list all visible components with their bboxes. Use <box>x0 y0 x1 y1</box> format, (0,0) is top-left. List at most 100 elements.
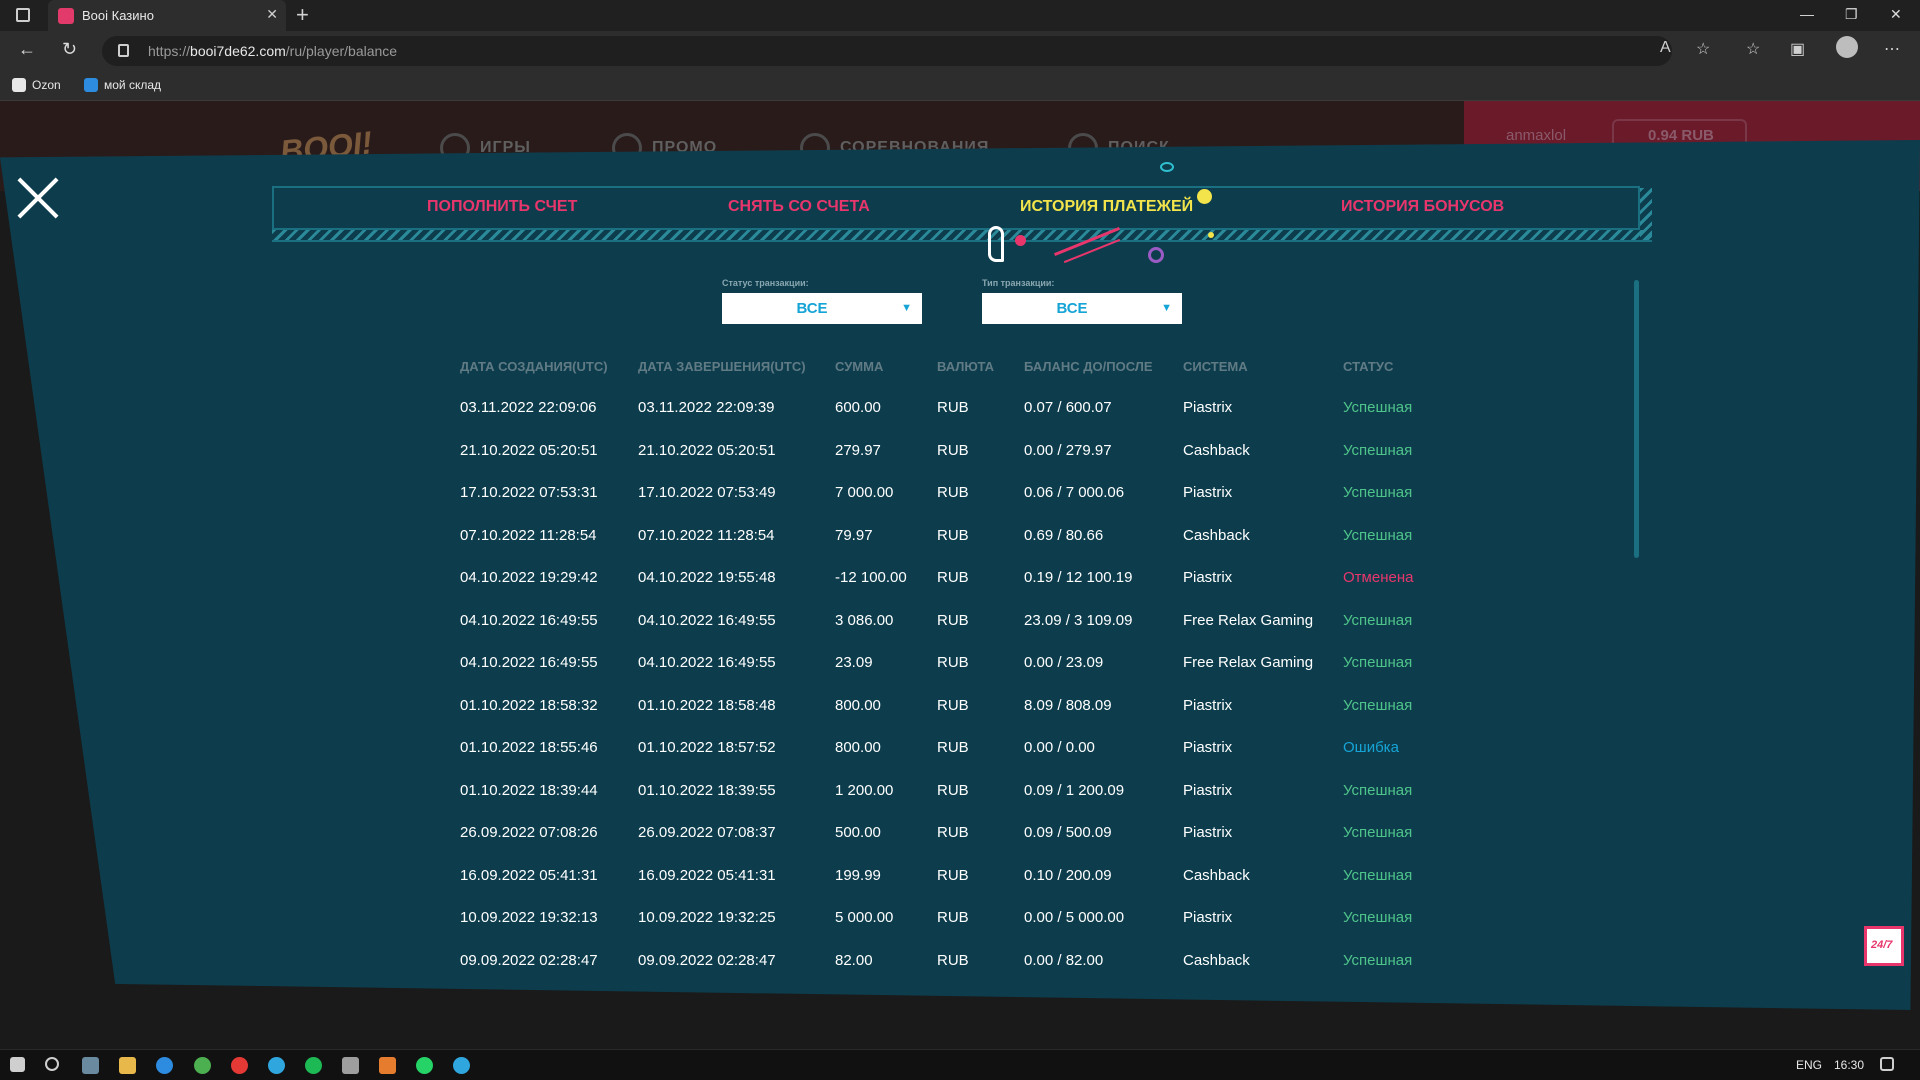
collections-icon[interactable]: ▣ <box>1790 39 1805 59</box>
cell-completed: 01.10.2022 18:57:52 <box>638 739 776 756</box>
decor-dot-pink <box>1015 235 1026 246</box>
tab-close-icon[interactable]: ✕ <box>266 6 278 23</box>
col-currency: ВАЛЮТА <box>937 359 995 374</box>
col-created: ДАТА СОЗДАНИЯ(UTC) <box>460 359 608 374</box>
cell-status: Успешная <box>1343 484 1413 501</box>
cell-amount: 199.99 <box>835 867 881 884</box>
modal-scrollbar[interactable] <box>1634 280 1639 558</box>
cell-completed: 01.10.2022 18:58:48 <box>638 697 776 714</box>
support-chat-button[interactable]: 24/7 <box>1864 926 1904 966</box>
more-menu-icon[interactable]: ⋯ <box>1884 39 1900 59</box>
telegram-icon[interactable] <box>453 1057 470 1074</box>
screen: Booi Казино ✕ + — ❐ ✕ ← ↻ https://booi7d… <box>0 0 1920 1080</box>
col-balance: БАЛАНС ДО/ПОСЛЕ <box>1024 359 1153 374</box>
cell-currency: RUB <box>937 909 969 926</box>
type-filter-select[interactable]: ВСЕ ▼ <box>982 293 1182 324</box>
maximize-icon[interactable]: ❐ <box>1845 6 1858 23</box>
cell-currency: RUB <box>937 569 969 586</box>
browser-toolbar: ← ↻ https://booi7de62.com/ru/player/bala… <box>0 31 1920 71</box>
notifications-icon[interactable] <box>1880 1057 1894 1071</box>
favorites-icon[interactable]: ☆ <box>1746 39 1760 59</box>
cell-currency: RUB <box>937 442 969 459</box>
cell-status: Успешная <box>1343 697 1413 714</box>
type-filter-label: Тип транзакции: <box>982 278 1055 288</box>
cell-completed: 03.11.2022 22:09:39 <box>638 399 775 416</box>
window-menu-icon[interactable] <box>16 8 30 22</box>
cell-created: 26.09.2022 07:08:26 <box>460 824 598 841</box>
spotify-icon[interactable] <box>305 1057 322 1074</box>
cell-created: 01.10.2022 18:55:46 <box>460 739 598 756</box>
language-indicator[interactable]: ENG <box>1796 1058 1822 1072</box>
cell-balance: 8.09 / 808.09 <box>1024 697 1112 714</box>
tabs-hatch-decoration <box>272 230 1652 242</box>
browser-tabbar: Booi Казино ✕ + — ❐ ✕ <box>0 0 1920 31</box>
cell-currency: RUB <box>937 484 969 501</box>
tab-bonus-history[interactable]: ИСТОРИЯ БОНУСОВ <box>1341 198 1504 216</box>
cell-amount: -12 100.00 <box>835 569 907 586</box>
chevron-down-icon: ▼ <box>901 302 912 314</box>
clock[interactable]: 16:30 <box>1834 1058 1864 1072</box>
username[interactable]: anmaxlol <box>1506 127 1566 144</box>
chrome-icon[interactable] <box>194 1057 211 1074</box>
tab-payment-history[interactable]: ИСТОРИЯ ПЛАТЕЖЕЙ <box>1020 198 1193 216</box>
file-explorer-icon[interactable] <box>119 1057 136 1074</box>
cell-balance: 0.07 / 600.07 <box>1024 399 1112 416</box>
cell-amount: 500.00 <box>835 824 881 841</box>
type-filter-value: ВСЕ <box>1056 300 1088 317</box>
cell-created: 09.09.2022 02:28:47 <box>460 952 598 969</box>
cell-system: Cashback <box>1183 867 1250 884</box>
calculator-icon[interactable] <box>342 1057 359 1074</box>
whatsapp-icon[interactable] <box>416 1057 433 1074</box>
address-bar[interactable]: https://booi7de62.com/ru/player/balance <box>102 36 1672 66</box>
telegram-icon[interactable] <box>268 1057 285 1074</box>
task-view-icon[interactable] <box>82 1057 99 1074</box>
cell-system: Free Relax Gaming <box>1183 654 1314 671</box>
cell-currency: RUB <box>937 782 969 799</box>
tab-title: Booi Казино <box>82 8 154 23</box>
cell-balance: 0.00 / 5 000.00 <box>1024 909 1125 926</box>
tab-deposit[interactable]: ПОПОЛНИТЬ СЧЕТ <box>427 198 577 216</box>
cell-created: 17.10.2022 07:53:31 <box>460 484 598 501</box>
cell-created: 01.10.2022 18:58:32 <box>460 697 598 714</box>
cell-balance: 0.00 / 23.09 <box>1024 654 1104 671</box>
back-icon[interactable]: ← <box>18 39 36 60</box>
read-aloud-icon[interactable]: A <box>1660 39 1671 57</box>
cell-currency: RUB <box>937 952 969 969</box>
cell-status: Успешная <box>1343 909 1413 926</box>
status-filter-value: ВСЕ <box>796 300 828 317</box>
close-modal-icon[interactable] <box>15 175 61 221</box>
cell-system: Piastrix <box>1183 399 1233 416</box>
yandex-icon[interactable] <box>231 1057 248 1074</box>
cell-status: Успешная <box>1343 527 1413 544</box>
tab-withdraw[interactable]: СНЯТЬ СО СЧЕТА <box>728 198 870 216</box>
minimize-icon[interactable]: — <box>1800 6 1814 22</box>
cell-system: Piastrix <box>1183 909 1233 926</box>
windows-start-icon[interactable] <box>10 1057 25 1072</box>
favorite-add-icon[interactable]: ☆ <box>1696 39 1710 59</box>
cell-created: 16.09.2022 05:41:31 <box>460 867 598 884</box>
app-icon[interactable] <box>379 1057 396 1074</box>
cell-completed: 17.10.2022 07:53:49 <box>638 484 776 501</box>
cell-currency: RUB <box>937 824 969 841</box>
browser-tab[interactable]: Booi Казино ✕ <box>48 0 286 31</box>
status-filter-select[interactable]: ВСЕ ▼ <box>722 293 922 324</box>
edge-icon[interactable] <box>156 1057 173 1074</box>
new-tab-button[interactable]: + <box>296 4 309 26</box>
cell-currency: RUB <box>937 697 969 714</box>
cell-system: Cashback <box>1183 952 1250 969</box>
lock-icon <box>118 44 129 57</box>
cell-created: 04.10.2022 19:29:42 <box>460 569 598 586</box>
cell-completed: 07.10.2022 11:28:54 <box>638 527 775 544</box>
refresh-icon[interactable]: ↻ <box>62 39 77 60</box>
cell-amount: 7 000.00 <box>835 484 894 501</box>
profile-avatar-icon[interactable] <box>1836 36 1858 58</box>
cell-amount: 23.09 <box>835 654 873 671</box>
bookmark-ozon[interactable]: Ozon <box>12 78 61 92</box>
search-icon[interactable] <box>45 1057 59 1071</box>
cell-balance: 0.10 / 200.09 <box>1024 867 1112 884</box>
decor-ring-purple <box>1148 247 1164 263</box>
window-close-icon[interactable]: ✕ <box>1890 6 1902 23</box>
cell-amount: 79.97 <box>835 527 873 544</box>
bookmark-moysklad[interactable]: мой склад <box>84 78 161 92</box>
cell-created: 21.10.2022 05:20:51 <box>460 442 598 459</box>
